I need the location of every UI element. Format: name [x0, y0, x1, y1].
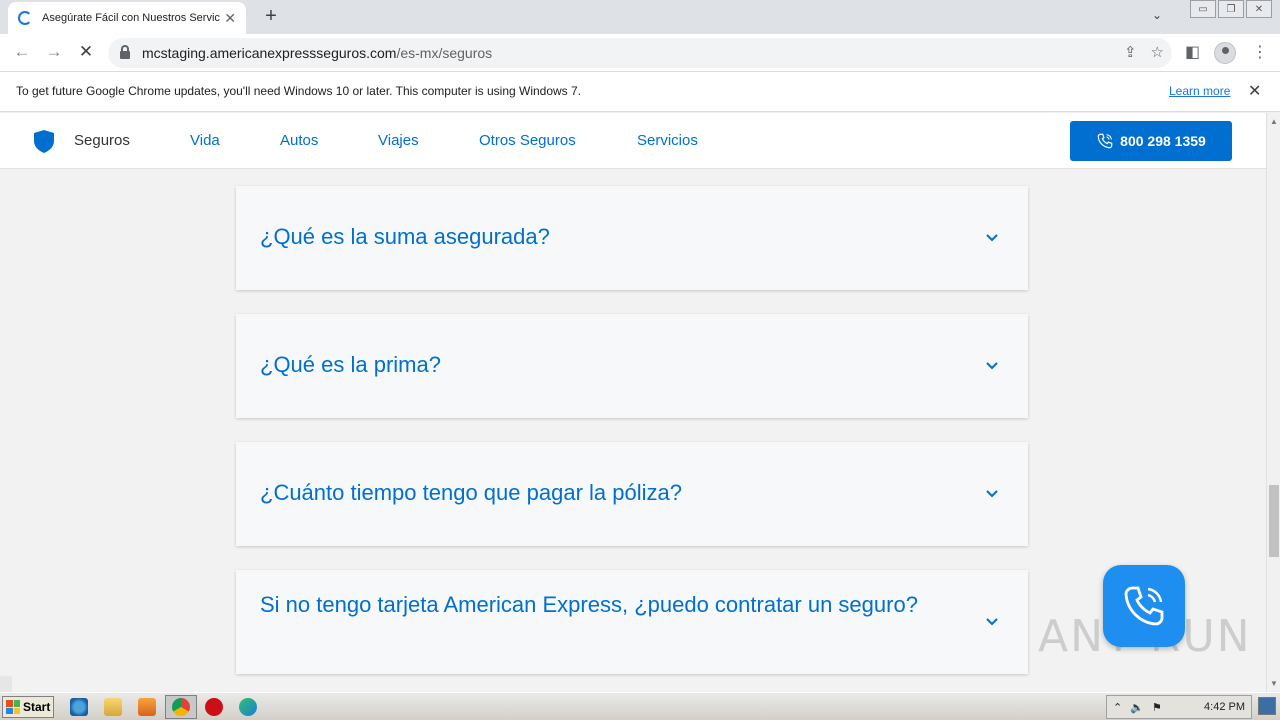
back-arrow-icon[interactable]: ← — [11, 42, 33, 62]
windows-taskbar: Start ⌃ 🔈 ⚑ 4:42 PM — [0, 692, 1280, 720]
tab-strip: Asegúrate Fácil con Nuestros Servicios ✕… — [0, 0, 1280, 34]
action-center-flag-icon[interactable]: ⚑ — [1152, 701, 1162, 714]
minimize-button[interactable]: ▭ — [1190, 0, 1216, 18]
learn-more-link[interactable]: Learn more — [1169, 84, 1230, 98]
phone-call-button[interactable]: 800 298 1359 — [1070, 121, 1232, 161]
tab-close-icon[interactable]: ✕ — [224, 10, 236, 27]
tab-search-icon[interactable]: ⌄ — [1152, 8, 1162, 22]
site-navbar: Seguros Vida Autos Viajes Otros Seguros … — [0, 113, 1266, 169]
chevron-down-icon[interactable] — [984, 614, 1000, 630]
phone-icon — [1124, 586, 1164, 626]
faq-question: Si no tengo tarjeta American Express, ¿p… — [260, 592, 918, 617]
faq-item-sin-tarjeta[interactable]: Si no tengo tarjeta American Express, ¿p… — [236, 570, 1028, 674]
window-controls: ▭ ❐ ✕ — [1188, 0, 1272, 18]
stop-loading-icon[interactable]: ✕ — [75, 42, 97, 62]
edge-icon[interactable] — [239, 698, 257, 716]
windows-logo-icon — [6, 700, 20, 714]
active-tab[interactable]: Asegúrate Fácil con Nuestros Servicios ✕ — [8, 2, 246, 34]
faq-item-suma-asegurada[interactable]: ¿Qué es la suma asegurada? — [236, 186, 1028, 290]
restore-button[interactable]: ❐ — [1218, 0, 1244, 18]
update-infobar: To get future Google Chrome updates, you… — [0, 72, 1280, 112]
address-bar[interactable]: mcstaging.americanexpressseguros.com/es-… — [108, 38, 1172, 68]
infobar-close-icon[interactable]: ✕ — [1248, 81, 1261, 101]
url-text[interactable]: mcstaging.americanexpressseguros.com/es-… — [142, 45, 492, 61]
chevron-down-icon[interactable] — [984, 486, 1000, 502]
taskbar-clock[interactable]: 4:42 PM — [1204, 701, 1245, 713]
close-window-button[interactable]: ✕ — [1246, 0, 1272, 18]
phone-icon — [1097, 133, 1113, 149]
faq-item-prima[interactable]: ¿Qué es la prima? — [236, 314, 1028, 418]
file-explorer-icon[interactable] — [104, 698, 122, 716]
web-page: Seguros Vida Autos Viajes Otros Seguros … — [0, 113, 1266, 692]
faq-question: ¿Cuánto tiempo tengo que pagar la póliza… — [260, 480, 682, 505]
system-tray: ⌃ 🔈 ⚑ 4:42 PM — [1106, 695, 1252, 719]
scroll-down-arrow-icon[interactable]: ▼ — [1270, 679, 1278, 688]
faq-item-tiempo-pagar[interactable]: ¿Cuánto tiempo tengo que pagar la póliza… — [236, 442, 1028, 546]
profile-avatar-icon[interactable] — [1214, 42, 1236, 64]
shield-logo-icon[interactable] — [33, 129, 55, 154]
faq-question: ¿Qué es la suma asegurada? — [260, 224, 550, 249]
chrome-taskbar-button[interactable] — [165, 695, 197, 719]
tray-expand-icon[interactable]: ⌃ — [1113, 701, 1122, 714]
scrollbar-thumb[interactable] — [1269, 485, 1279, 557]
nav-item-viajes[interactable]: Viajes — [378, 132, 419, 149]
bookmark-star-icon[interactable]: ☆ — [1151, 43, 1164, 61]
chrome-icon — [172, 698, 190, 716]
omnibox-actions: ⇪ ☆ — [1124, 43, 1164, 61]
url-host: mcstaging.americanexpressseguros.com — [142, 45, 397, 61]
chrome-menu-icon[interactable]: ⋮ — [1252, 42, 1268, 62]
opera-icon[interactable] — [205, 698, 223, 716]
url-path: /es-mx/seguros — [396, 45, 493, 61]
share-icon[interactable]: ⇪ — [1124, 43, 1137, 61]
nav-item-servicios[interactable]: Servicios — [637, 132, 698, 149]
scroll-up-arrow-icon[interactable]: ▲ — [1270, 117, 1278, 126]
horizontal-scrollbar-stub — [0, 676, 12, 692]
nav-item-vida[interactable]: Vida — [190, 132, 220, 149]
show-desktop-icon[interactable] — [1258, 697, 1276, 715]
vertical-scrollbar[interactable]: ▲ ▼ — [1266, 113, 1280, 692]
new-tab-button[interactable]: + — [260, 5, 282, 28]
faq-question: ¿Qué es la prima? — [260, 352, 441, 377]
loading-spinner-icon — [18, 11, 32, 25]
tab-title: Asegúrate Fácil con Nuestros Servicios — [42, 12, 220, 24]
floating-call-button[interactable] — [1103, 565, 1185, 647]
nav-item-autos[interactable]: Autos — [280, 132, 318, 149]
internet-explorer-icon[interactable] — [70, 698, 88, 716]
nav-item-otros-seguros[interactable]: Otros Seguros — [479, 132, 576, 149]
browser-toolbar: ← → ✕ mcstaging.americanexpressseguros.c… — [0, 34, 1280, 72]
start-button[interactable]: Start — [2, 696, 54, 718]
media-player-icon[interactable] — [138, 698, 156, 716]
forward-arrow-icon[interactable]: → — [43, 42, 65, 62]
start-label: Start — [23, 700, 51, 714]
nav-brand-seguros[interactable]: Seguros — [74, 132, 130, 149]
infobar-message: To get future Google Chrome updates, you… — [16, 84, 582, 98]
lock-icon[interactable] — [120, 45, 130, 59]
side-panel-icon[interactable]: ◧ — [1185, 42, 1200, 62]
chevron-down-icon[interactable] — [984, 358, 1000, 374]
volume-icon[interactable]: 🔈 — [1130, 701, 1144, 714]
chevron-down-icon[interactable] — [984, 230, 1000, 246]
phone-number: 800 298 1359 — [1120, 133, 1206, 149]
